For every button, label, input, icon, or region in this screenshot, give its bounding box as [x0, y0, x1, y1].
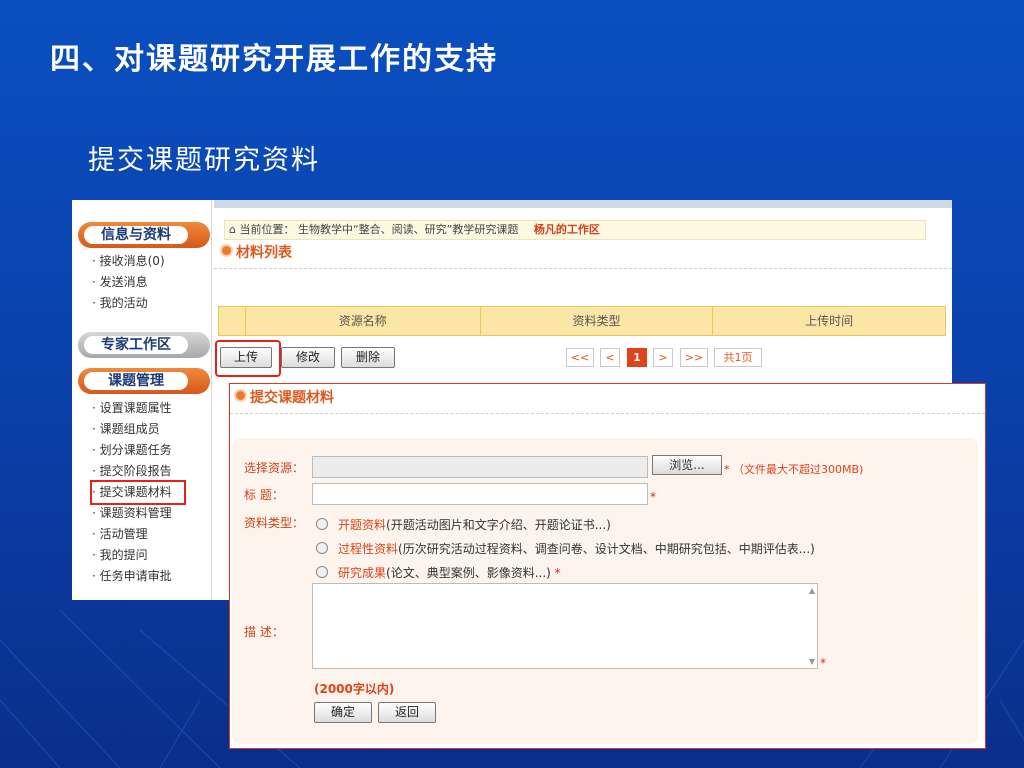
- sidebar-item-inbox[interactable]: · 接收消息(0): [92, 251, 165, 272]
- pager-current-page[interactable]: 1: [627, 348, 647, 367]
- slide-title: 四、对课题研究开展工作的支持: [50, 42, 498, 77]
- pager-total: 共1页: [714, 348, 762, 367]
- submit-form-screenshot: 提交课题材料 选择资源： 浏览... * （文件最大不超过300MB) 标 题：…: [229, 383, 986, 749]
- resource-path-field[interactable]: [312, 456, 648, 478]
- sidebar-item-tasks[interactable]: · 划分课题任务: [92, 440, 184, 461]
- required-mark: *: [724, 463, 730, 476]
- sidebar-group-expert-header[interactable]: 专家工作区: [78, 332, 210, 358]
- submit-form-title-text: 提交课题材料: [250, 390, 334, 406]
- sidebar-group-project-list: · 设置课题属性 · 课题组成员 · 划分课题任务 · 提交阶段报告 · 提交课…: [90, 398, 186, 587]
- home-icon[interactable]: ⌂: [229, 223, 236, 236]
- upload-button[interactable]: 上传: [220, 347, 272, 368]
- description-textarea[interactable]: ▲ ▼: [312, 583, 818, 669]
- radio-icon[interactable]: [316, 542, 328, 554]
- file-size-hint: * （文件最大不超过300MB): [724, 461, 863, 477]
- type-option-results[interactable]: 研究成果(论文、典型案例、影像资料...) *: [316, 564, 561, 581]
- sidebar-group-expert-title: 专家工作区: [84, 336, 188, 354]
- title-label: 标 题：: [244, 488, 284, 502]
- table-header-type[interactable]: 资料类型: [481, 307, 714, 335]
- pager-next[interactable]: >: [653, 348, 673, 367]
- browse-button[interactable]: 浏览...: [652, 455, 722, 475]
- slide-subtitle: 提交课题研究资料: [88, 145, 320, 176]
- breadcrumb-path[interactable]: 生物教学中“整合、阅读、研究”教学研究课题: [298, 223, 518, 236]
- sidebar-item-my-activity[interactable]: · 我的活动: [92, 293, 165, 314]
- pager-last[interactable]: >>: [680, 348, 708, 367]
- type-option-desc: (开题活动图片和文字介绍、开题论证书...): [386, 518, 611, 532]
- sidebar-item-my-questions[interactable]: · 我的提问: [92, 545, 184, 566]
- sidebar-group-info-list: · 接收消息(0) · 发送消息 · 我的活动: [92, 251, 165, 314]
- sidebar-item-activity-management[interactable]: · 活动管理: [92, 524, 184, 545]
- table-header-name[interactable]: 资源名称: [246, 307, 481, 335]
- sidebar-group-project-title: 课题管理: [84, 372, 188, 390]
- breadcrumb-prefix: 当前位置：: [239, 223, 295, 236]
- sidebar-item-materials-management[interactable]: · 课题资料管理: [92, 503, 184, 524]
- type-option-name: 开题资料: [338, 518, 387, 532]
- back-button[interactable]: 返回: [378, 702, 436, 723]
- sidebar-item-members[interactable]: · 课题组成员: [92, 419, 184, 440]
- divider: [230, 413, 985, 414]
- sidebar-item-task-approval[interactable]: · 任务申请审批: [92, 566, 184, 587]
- sidebar-item-set-properties[interactable]: · 设置课题属性: [92, 398, 184, 419]
- required-mark: *: [820, 656, 826, 670]
- scroll-up-icon[interactable]: ▲: [809, 586, 815, 595]
- resource-label: 选择资源：: [244, 461, 305, 475]
- radio-icon[interactable]: [316, 518, 328, 530]
- pager-first[interactable]: <<: [566, 348, 594, 367]
- file-size-hint-text: （文件最大不超过300MB): [733, 463, 864, 476]
- sidebar-item-stage-report[interactable]: · 提交阶段报告: [92, 461, 184, 482]
- type-option-desc: (历次研究活动过程资料、调查问卷、设计文档、中期研究包括、中期评估表...): [398, 542, 815, 556]
- materials-list-title: 材料列表: [220, 242, 292, 262]
- submit-form-title: 提交课题材料: [234, 387, 334, 407]
- materials-table-header: 资源名称 资料类型 上传时间: [218, 306, 946, 336]
- sidebar-item-submit-materials[interactable]: · 提交课题材料: [90, 480, 186, 505]
- sidebar-group-info-header[interactable]: 信息与资料: [78, 222, 210, 248]
- sidebar: 信息与资料 · 接收消息(0) · 发送消息 · 我的活动 专家工作区 课题管理…: [72, 200, 212, 600]
- description-limit: (2000字以内): [314, 682, 395, 696]
- form-panel: 选择资源： 浏览... * （文件最大不超过300MB) 标 题： * 资料类型…: [232, 438, 978, 744]
- type-option-desc: (论文、典型案例、影像资料...): [386, 566, 551, 580]
- table-header-time[interactable]: 上传时间: [713, 307, 945, 335]
- pager-prev[interactable]: <: [600, 348, 620, 367]
- type-option-name: 过程性资料: [338, 542, 399, 556]
- divider: [214, 268, 952, 269]
- type-option-opening[interactable]: 开题资料(开题活动图片和文字介绍、开题论证书...): [316, 516, 611, 533]
- breadcrumb-current: 杨凡的工作区: [533, 223, 600, 236]
- type-option-name: 研究成果: [338, 566, 387, 580]
- materials-list-title-text: 材料列表: [236, 245, 292, 261]
- bullet-icon: [234, 389, 247, 402]
- sidebar-group-project-header[interactable]: 课题管理: [78, 368, 210, 394]
- description-label: 描 述：: [244, 625, 284, 639]
- type-option-process[interactable]: 过程性资料(历次研究活动过程资料、调查问卷、设计文档、中期研究包括、中期评估表.…: [316, 540, 815, 557]
- ok-button[interactable]: 确定: [314, 702, 372, 723]
- title-input[interactable]: [312, 483, 648, 505]
- top-band: [214, 200, 952, 208]
- sidebar-divider: [211, 200, 212, 600]
- table-header-checkbox-col: [219, 307, 246, 335]
- sidebar-item-send[interactable]: · 发送消息: [92, 272, 165, 293]
- required-mark: *: [554, 566, 561, 580]
- required-mark: *: [650, 490, 656, 504]
- breadcrumb: ⌂ 当前位置： 生物教学中“整合、阅读、研究”教学研究课题 杨凡的工作区: [224, 220, 926, 240]
- edit-button[interactable]: 修改: [281, 347, 335, 368]
- radio-icon[interactable]: [316, 566, 328, 578]
- bullet-icon: [220, 244, 233, 257]
- delete-button[interactable]: 删除: [341, 347, 395, 368]
- sidebar-group-info-title: 信息与资料: [84, 226, 188, 244]
- type-label: 资料类型：: [244, 516, 305, 530]
- scroll-down-icon[interactable]: ▼: [809, 657, 815, 666]
